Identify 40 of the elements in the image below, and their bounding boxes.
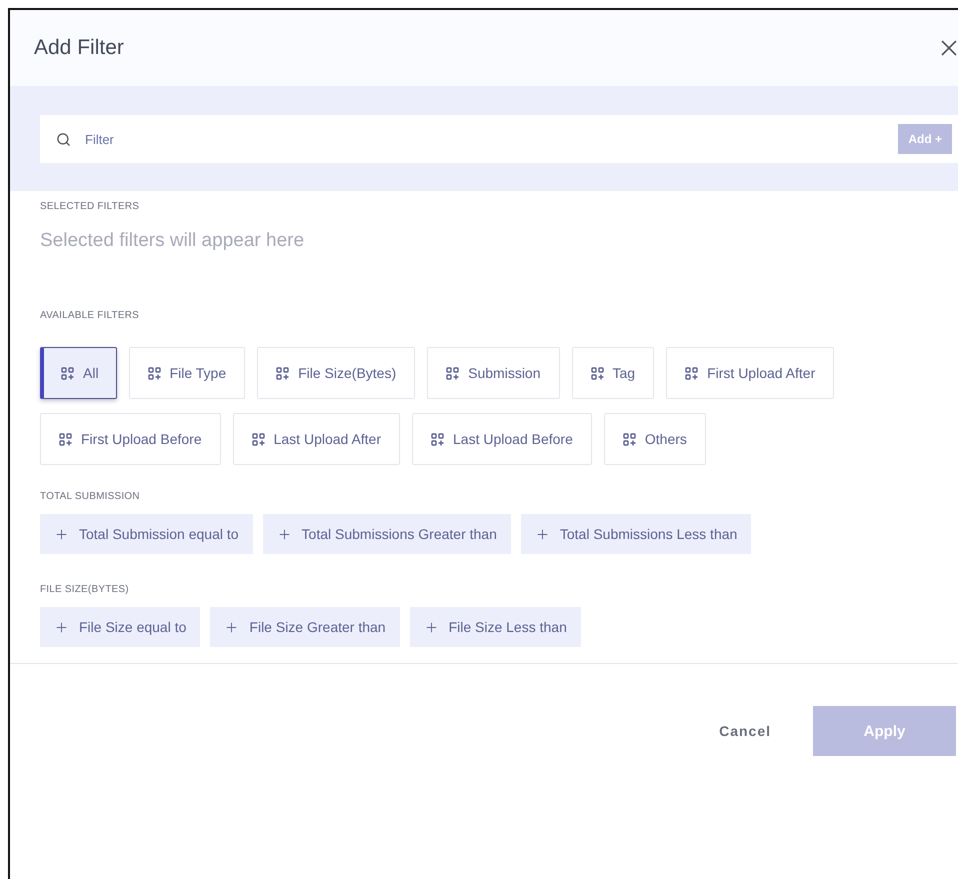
filter-chip[interactable]: All xyxy=(40,347,117,399)
grid-plus-icon xyxy=(446,366,460,380)
plus-icon xyxy=(534,526,550,542)
filter-chip[interactable]: Tag xyxy=(572,347,654,399)
empty-message: Selected filters will appear here xyxy=(40,230,306,252)
filter-chip[interactable]: Last Upload After xyxy=(232,413,400,465)
plus-icon xyxy=(54,526,69,542)
grid-plus-icon xyxy=(685,366,698,380)
plus-icon xyxy=(424,620,439,634)
add-condition-button[interactable]: File Size equal to xyxy=(40,607,200,647)
grid-plus-icon xyxy=(252,432,265,446)
filter-chip[interactable]: Others xyxy=(604,413,706,465)
grid-plus-icon xyxy=(431,432,444,446)
cancel-button[interactable]: Cancel xyxy=(713,722,777,740)
add-condition-button[interactable]: File Size Less than xyxy=(410,607,581,647)
add-condition-button[interactable]: Total Submission equal to xyxy=(40,514,253,554)
grid-plus-icon xyxy=(590,366,604,380)
section-label: SELECTED FILTERS xyxy=(40,201,140,212)
grid-plus-icon xyxy=(148,366,161,380)
dialog-title: Add Filter xyxy=(34,36,124,60)
add-condition-button[interactable]: Total Submissions Greater than xyxy=(262,514,511,554)
filter-chip[interactable]: File Size(Bytes) xyxy=(257,347,416,399)
section-label: TOTAL SUBMISSION xyxy=(40,491,141,502)
plus-icon xyxy=(54,620,69,634)
section-label: FILE SIZE(BYTES) xyxy=(40,584,130,595)
add-condition-button[interactable]: File Size Greater than xyxy=(210,607,400,647)
filter-chip[interactable]: File Type xyxy=(128,347,246,399)
filter-chip[interactable]: First Upload After xyxy=(666,347,834,399)
filter-chip[interactable]: Submission xyxy=(427,347,560,399)
grid-plus-icon xyxy=(59,432,72,446)
plus-icon xyxy=(224,620,240,634)
search-icon xyxy=(56,132,71,146)
grid-plus-icon xyxy=(622,432,636,446)
grid-plus-icon xyxy=(61,366,74,380)
filter-chip[interactable]: First Upload Before xyxy=(40,413,221,465)
grid-plus-icon xyxy=(276,366,290,380)
filter-chip[interactable]: Last Upload Before xyxy=(412,413,592,465)
add-condition-button[interactable]: Total Submissions Less than xyxy=(520,514,752,554)
plus-icon xyxy=(276,526,292,542)
section-label: AVAILABLE FILTERS xyxy=(40,310,140,321)
